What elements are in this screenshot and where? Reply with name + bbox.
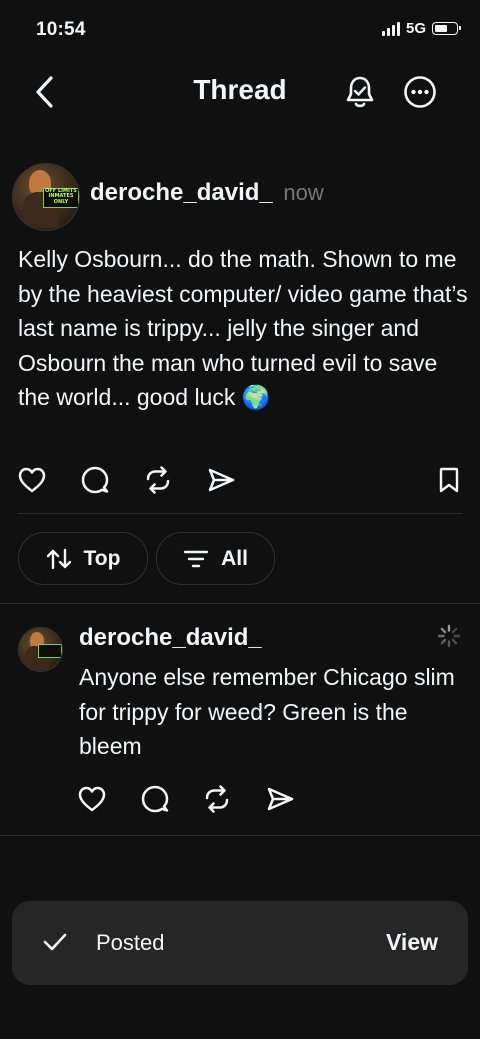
send-icon bbox=[208, 468, 235, 492]
share-button[interactable] bbox=[205, 464, 237, 496]
repost-icon bbox=[146, 466, 170, 494]
filter-icon bbox=[183, 550, 209, 567]
heart-icon bbox=[18, 467, 46, 493]
sort-top-label: Top bbox=[83, 546, 121, 570]
post-divider bbox=[18, 513, 462, 514]
section-divider bbox=[0, 603, 480, 604]
send-icon bbox=[267, 787, 294, 811]
reply-like-button[interactable] bbox=[76, 783, 108, 815]
reply-divider bbox=[0, 835, 480, 836]
reply-share-button[interactable] bbox=[264, 783, 296, 815]
post-text: Kelly Osbourn... do the math. Shown to m… bbox=[18, 246, 468, 410]
toast-view-button[interactable]: View bbox=[386, 929, 438, 956]
reply-comment-button[interactable] bbox=[139, 783, 171, 815]
like-button[interactable] bbox=[16, 464, 48, 496]
post-header: deroche_david_ now bbox=[90, 179, 324, 207]
repost-button[interactable] bbox=[142, 464, 174, 496]
avatar-sign-line2: INMATES ONLY bbox=[48, 193, 74, 205]
bookmark-icon bbox=[439, 467, 459, 493]
more-icon bbox=[404, 76, 436, 108]
sort-top-button[interactable]: Top bbox=[18, 532, 148, 585]
status-time: 10:54 bbox=[36, 19, 86, 40]
notify-button[interactable] bbox=[340, 72, 380, 112]
post-username[interactable]: deroche_david_ bbox=[90, 179, 273, 206]
more-button[interactable] bbox=[400, 72, 440, 112]
filter-all-label: All bbox=[221, 546, 248, 570]
network-label: 5G bbox=[405, 20, 426, 37]
reply-repost-button[interactable] bbox=[201, 783, 233, 815]
filter-all-button[interactable]: All bbox=[156, 532, 275, 585]
toast-message: Posted bbox=[96, 930, 165, 955]
reply-text: Anyone else remember Chicago slim for tr… bbox=[79, 664, 455, 759]
post-timestamp: now bbox=[283, 180, 324, 205]
check-icon bbox=[43, 933, 67, 951]
reply-avatar[interactable] bbox=[18, 627, 63, 672]
signal-icon bbox=[381, 21, 400, 36]
posted-toast: Posted View bbox=[12, 901, 468, 985]
bookmark-button[interactable] bbox=[433, 464, 465, 496]
repost-icon bbox=[205, 785, 229, 813]
reply-button[interactable] bbox=[79, 464, 111, 496]
comment-icon bbox=[81, 466, 109, 494]
comment-icon bbox=[141, 785, 169, 813]
sort-arrows-icon bbox=[46, 548, 71, 569]
posting-spinner bbox=[437, 624, 461, 648]
status-indicators: 5G bbox=[381, 20, 461, 37]
spinner-icon bbox=[437, 624, 461, 648]
battery-icon bbox=[432, 22, 461, 35]
bell-icon bbox=[346, 76, 374, 108]
heart-icon bbox=[78, 786, 106, 812]
reply-username[interactable]: deroche_david_ bbox=[79, 624, 262, 652]
avatar[interactable]: OFF LIMITS INMATES ONLY bbox=[12, 163, 80, 231]
